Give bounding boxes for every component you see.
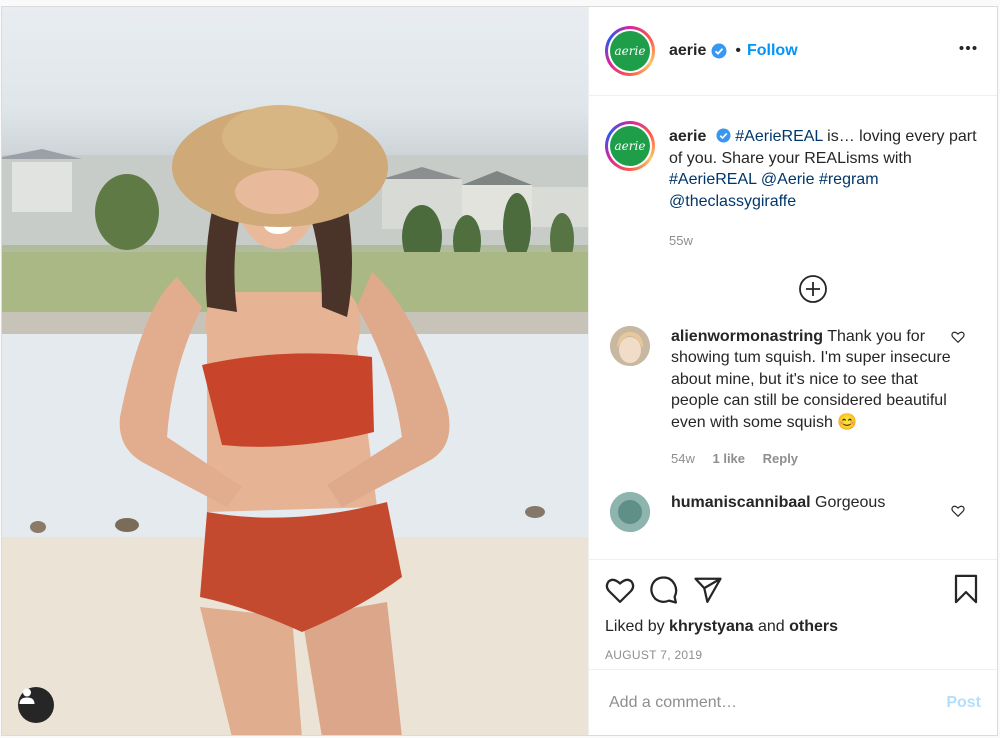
separator-dot: • [735, 42, 741, 59]
comment-item: humaniscannibaal Gorgeous [605, 491, 981, 532]
liked-by-others[interactable]: others [789, 618, 838, 635]
comment-username[interactable]: humaniscannibaal [671, 494, 811, 511]
follow-button[interactable]: Follow [747, 42, 798, 60]
comment-time[interactable]: 54w [671, 451, 695, 466]
verified-badge-icon [716, 128, 731, 143]
comment-likes[interactable]: 1 like [712, 451, 745, 466]
paper-plane-icon[interactable] [693, 576, 723, 604]
user-icon [19, 688, 35, 704]
liked-by-user[interactable]: khrystyana [669, 618, 754, 635]
load-more-comments[interactable] [605, 274, 981, 304]
commenter-avatar[interactable] [610, 325, 650, 366]
more-horizontal-icon[interactable] [959, 45, 977, 51]
aerie-logo: aerie [610, 126, 650, 166]
comment-item: alienwormonastring Thank you for showing… [605, 325, 981, 470]
caption-avatar[interactable]: aerie [605, 121, 655, 171]
post-header: aerie aerie • Follow [589, 7, 997, 96]
verified-badge-icon [711, 43, 727, 59]
comment-meta: 54w 1 like Reply [671, 448, 955, 470]
plus-circle-icon[interactable] [798, 274, 828, 304]
liked-by: Liked by khrystyana and others [605, 618, 839, 635]
caption: aerie aerie #AerieREAL is… loving every … [605, 121, 981, 252]
comment-username[interactable]: alienwormonastring [671, 328, 823, 345]
post-comment-button[interactable]: Post [946, 694, 981, 712]
caption-link[interactable]: @theclassygiraffe [669, 193, 796, 210]
add-comment-input[interactable] [609, 693, 947, 712]
caption-username[interactable]: aerie [669, 128, 706, 145]
photo-illustration [2, 105, 588, 735]
header-username[interactable]: aerie [669, 42, 706, 60]
heart-icon[interactable] [605, 576, 635, 604]
caption-link[interactable]: #AerieREAL [735, 128, 822, 145]
avatar[interactable]: aerie [605, 26, 655, 76]
caption-link[interactable]: @Aerie [761, 171, 815, 188]
comment-text: Gorgeous [815, 493, 886, 511]
commenter-avatar[interactable] [610, 491, 650, 532]
comments-list[interactable]: aerie aerie #AerieREAL is… loving every … [589, 97, 997, 557]
caption-link[interactable]: #AerieREAL [669, 171, 756, 188]
post-date[interactable]: AUGUST 7, 2019 [605, 648, 981, 662]
tagged-users-button[interactable] [18, 687, 54, 723]
caption-link[interactable]: #regram [819, 171, 879, 188]
reply-button[interactable]: Reply [763, 451, 798, 466]
aerie-logo: aerie [610, 31, 650, 71]
heart-icon[interactable] [951, 504, 965, 518]
post-photo[interactable] [2, 7, 588, 735]
caption-text: aerie #AerieREAL is… loving every part o… [669, 126, 981, 212]
instagram-post: aerie aerie • Follow aerie aerie #AerieR… [1, 6, 998, 736]
bookmark-icon[interactable] [953, 574, 979, 604]
comment-icon[interactable] [649, 575, 679, 605]
caption-time[interactable]: 55w [669, 233, 693, 248]
comment-composer: Post [589, 669, 997, 735]
post-side-panel: aerie aerie • Follow aerie aerie #AerieR… [588, 7, 997, 735]
heart-icon[interactable] [951, 330, 965, 344]
post-actions: Liked by khrystyana and others AUGUST 7,… [589, 559, 997, 662]
